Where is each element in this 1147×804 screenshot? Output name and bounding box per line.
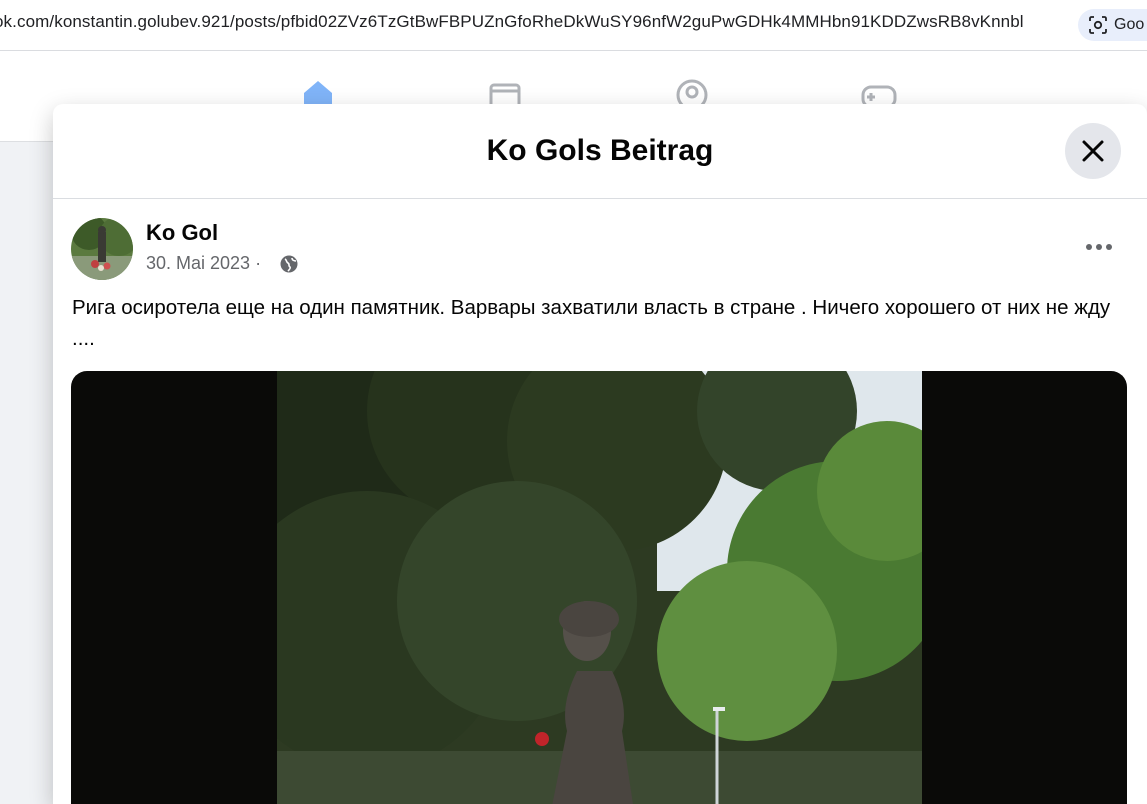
avatar[interactable] [71, 218, 133, 280]
modal-header: Ko Gols Beitrag [53, 104, 1147, 199]
lens-icon [1089, 16, 1107, 34]
more-horizontal-icon [1086, 244, 1112, 250]
lens-label: Goo [1114, 16, 1145, 33]
close-icon [1082, 140, 1104, 162]
post-text: Рига осиротела еще на один памятник. Вар… [72, 296, 1111, 350]
globe-icon[interactable] [279, 254, 299, 274]
post-date-separator: · [255, 253, 262, 273]
more-options-button[interactable] [1079, 230, 1119, 264]
browser-address-bar: ok.com/konstantin.golubev.921/posts/pfbi… [0, 0, 1147, 51]
post-modal: Ko Gols Beitrag Ko Gol 30. Mai 2023 · Ри… [53, 104, 1147, 804]
author-name[interactable]: Ko Gol [146, 220, 218, 246]
modal-title: Ko Gols Beitrag [486, 134, 714, 167]
url-input[interactable]: ok.com/konstantin.golubev.921/posts/pfbi… [0, 12, 1024, 32]
google-lens-button[interactable]: Goo [1078, 9, 1147, 41]
close-button[interactable] [1065, 123, 1121, 179]
post-photo[interactable] [277, 371, 922, 804]
post-media[interactable] [71, 371, 1127, 804]
post-date-text: 30. Mai 2023 [146, 253, 251, 273]
post-date[interactable]: 30. Mai 2023 · [146, 253, 261, 274]
